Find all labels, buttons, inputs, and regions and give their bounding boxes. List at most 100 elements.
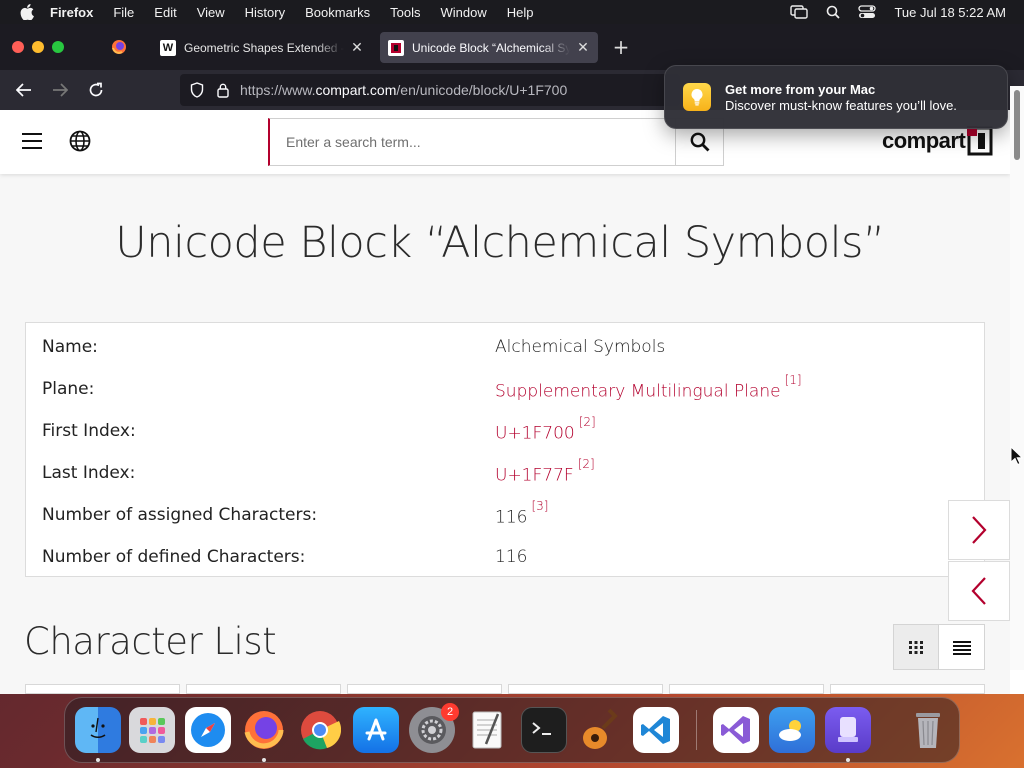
url-path: /en/unicode/block/U+1F700 bbox=[396, 82, 568, 98]
globe-language-icon[interactable] bbox=[69, 130, 91, 152]
page-title: Unicode Block “Alchemical Symbols” bbox=[115, 218, 885, 268]
character-cell[interactable] bbox=[25, 684, 180, 694]
first-index-link[interactable]: U+1F700 bbox=[495, 424, 575, 444]
safari-icon[interactable] bbox=[185, 707, 231, 753]
garageband-icon[interactable] bbox=[577, 707, 623, 753]
tab-title: Geometric Shapes Extended - W bbox=[184, 40, 344, 55]
vscode-icon[interactable] bbox=[633, 707, 679, 753]
url-domain: compart.com bbox=[315, 82, 397, 98]
window-controls bbox=[12, 41, 72, 53]
page-scrollbar[interactable] bbox=[1010, 86, 1024, 670]
finder-icon[interactable] bbox=[75, 707, 121, 753]
spotlight-search-icon[interactable] bbox=[824, 4, 842, 20]
firefox-icon[interactable] bbox=[241, 707, 287, 753]
footnote-ref[interactable]: [2] bbox=[579, 415, 596, 429]
tab-alchemical-symbols[interactable]: Unicode Block “Alchemical Symbols” ✕ bbox=[380, 32, 598, 63]
simulator-icon[interactable] bbox=[825, 707, 871, 753]
address-bar[interactable]: https://www.compart.com/en/unicode/block… bbox=[180, 74, 680, 106]
close-tab-icon[interactable]: ✕ bbox=[350, 39, 364, 55]
screen-mirroring-icon[interactable] bbox=[790, 4, 809, 20]
compart-logo-mark-icon bbox=[967, 126, 993, 156]
minimize-window-button[interactable] bbox=[32, 41, 44, 53]
info-value: Alchemical Symbols bbox=[495, 337, 665, 357]
info-label: First Index: bbox=[42, 421, 136, 441]
info-value-text: 116 bbox=[495, 507, 528, 528]
zoom-window-button[interactable] bbox=[52, 41, 64, 53]
tracking-protection-shield-icon[interactable] bbox=[188, 81, 206, 99]
close-tab-icon[interactable]: ✕ bbox=[576, 39, 590, 55]
back-arrow-icon[interactable] bbox=[12, 78, 36, 102]
compart-icon bbox=[388, 39, 404, 56]
web-page: compart Unicode Block “Alchemical Symbol… bbox=[0, 110, 1010, 694]
finder-running-dot bbox=[96, 758, 100, 762]
character-list-heading: Character List bbox=[24, 620, 277, 663]
url-text[interactable]: https://www.compart.com/en/unicode/block… bbox=[240, 82, 567, 98]
info-label: Plane: bbox=[42, 379, 95, 399]
last-index-link[interactable]: U+1F77F bbox=[495, 466, 574, 486]
site-search-input[interactable] bbox=[270, 119, 675, 165]
trash-icon[interactable] bbox=[905, 707, 951, 753]
macos-notification[interactable]: Get more from your Mac Discover must-kno… bbox=[664, 65, 1008, 129]
menu-help[interactable]: Help bbox=[507, 5, 534, 20]
textedit-icon[interactable] bbox=[465, 707, 511, 753]
info-value: 116 bbox=[495, 547, 527, 567]
url-prefix: https://www. bbox=[240, 82, 316, 98]
menu-view[interactable]: View bbox=[197, 5, 225, 20]
firefox-view-icon[interactable] bbox=[110, 38, 128, 56]
mouse-cursor-icon bbox=[1010, 445, 1024, 466]
notification-text: Get more from your Mac Discover must-kno… bbox=[725, 82, 957, 113]
hamburger-menu-icon[interactable] bbox=[22, 133, 42, 151]
grid-view-icon[interactable] bbox=[894, 625, 940, 669]
footnote-ref[interactable]: [1] bbox=[785, 373, 802, 387]
list-view-icon[interactable] bbox=[939, 625, 984, 669]
character-cell[interactable] bbox=[508, 684, 663, 694]
chevron-left-icon bbox=[971, 577, 986, 605]
scrollbar-thumb[interactable] bbox=[1014, 90, 1020, 160]
tab-geometric-shapes[interactable]: W Geometric Shapes Extended - W ✕ bbox=[152, 32, 372, 63]
character-cell[interactable] bbox=[669, 684, 824, 694]
character-cell[interactable] bbox=[347, 684, 502, 694]
plane-link[interactable]: Supplementary Multilingual Plane bbox=[495, 382, 781, 402]
next-block-button[interactable] bbox=[948, 500, 1010, 560]
info-label: Number of assigned Characters: bbox=[42, 505, 318, 525]
lock-icon[interactable] bbox=[216, 82, 230, 98]
info-row-first-index: First Index: U+1F700 [2] bbox=[26, 409, 984, 451]
apple-icon[interactable] bbox=[18, 3, 36, 21]
visual-studio-icon[interactable] bbox=[713, 707, 759, 753]
terminal-icon[interactable] bbox=[521, 707, 567, 753]
close-window-button[interactable] bbox=[12, 41, 24, 53]
lightbulb-icon bbox=[683, 83, 711, 111]
info-value-text: Alchemical Symbols bbox=[495, 337, 666, 357]
menu-history[interactable]: History bbox=[245, 5, 285, 20]
launchpad-icon[interactable] bbox=[129, 707, 175, 753]
menu-tools[interactable]: Tools bbox=[390, 5, 420, 20]
tab-title: Unicode Block “Alchemical Symbols” bbox=[412, 40, 570, 55]
info-label: Last Index: bbox=[42, 463, 136, 483]
new-tab-icon[interactable]: + bbox=[611, 35, 631, 59]
info-row-plane: Plane: Supplementary Multilingual Plane [… bbox=[26, 367, 984, 409]
menu-window[interactable]: Window bbox=[441, 5, 487, 20]
chrome-icon[interactable] bbox=[297, 707, 343, 753]
menu-edit[interactable]: Edit bbox=[154, 5, 176, 20]
tab-bar: W Geometric Shapes Extended - W ✕ Unicod… bbox=[0, 24, 1024, 70]
character-cell[interactable] bbox=[830, 684, 985, 694]
previous-block-button[interactable] bbox=[948, 561, 1010, 621]
wikipedia-icon: W bbox=[160, 39, 176, 56]
app-store-icon[interactable] bbox=[353, 707, 399, 753]
forward-arrow-icon[interactable] bbox=[48, 78, 72, 102]
logo-text: compart bbox=[882, 128, 966, 153]
footnote-ref[interactable]: [2] bbox=[578, 457, 595, 471]
firefox-running-dot bbox=[262, 758, 266, 762]
block-info-table: Name: Alchemical Symbols Plane: Suppleme… bbox=[25, 322, 985, 577]
compart-logo[interactable]: compart bbox=[882, 126, 993, 156]
menu-app-name[interactable]: Firefox bbox=[50, 5, 93, 20]
menu-clock[interactable]: Tue Jul 18 5:22 AM bbox=[894, 5, 1006, 20]
reload-icon[interactable] bbox=[84, 78, 108, 102]
menu-bookmarks[interactable]: Bookmarks bbox=[305, 5, 370, 20]
character-cell[interactable] bbox=[186, 684, 341, 694]
footnote-ref[interactable]: [3] bbox=[531, 499, 548, 513]
control-center-icon[interactable] bbox=[858, 4, 877, 20]
weather-icon[interactable] bbox=[769, 707, 815, 753]
menu-bar: Firefox File Edit View History Bookmarks… bbox=[0, 0, 1024, 24]
menu-file[interactable]: File bbox=[113, 5, 134, 20]
